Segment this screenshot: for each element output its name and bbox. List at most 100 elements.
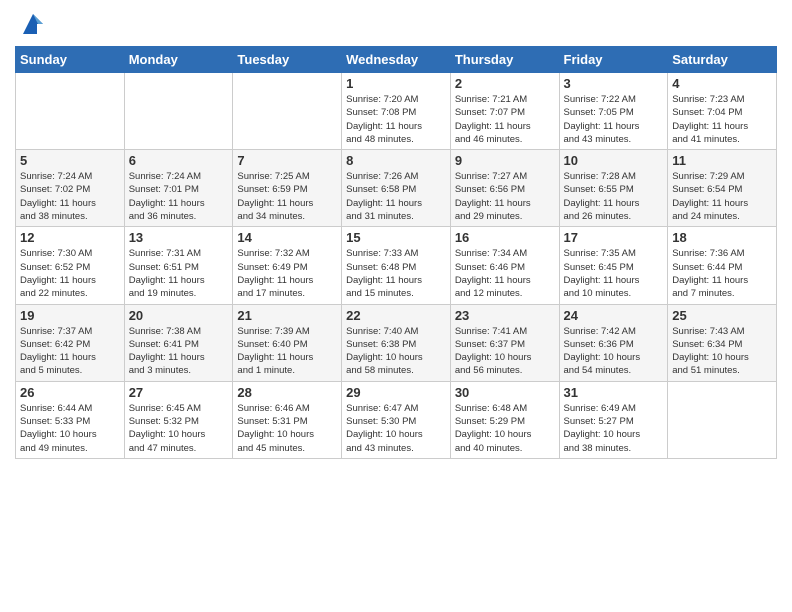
col-header-friday: Friday [559, 47, 668, 73]
calendar-cell: 15 Sunrise: 7:33 AM Sunset: 6:48 PM Dayli… [342, 227, 451, 304]
page: SundayMondayTuesdayWednesdayThursdayFrid… [0, 0, 792, 612]
day-info: Sunrise: 6:45 AM Sunset: 5:32 PM Dayligh… [129, 402, 229, 455]
calendar-cell: 22 Sunrise: 7:40 AM Sunset: 6:38 PM Dayli… [342, 304, 451, 381]
day-info: Sunrise: 7:36 AM Sunset: 6:44 PM Dayligh… [672, 247, 772, 300]
day-number: 23 [455, 308, 555, 323]
day-number: 1 [346, 76, 446, 91]
calendar-cell [233, 73, 342, 150]
calendar-cell: 8Sunrise: 7:26 AM Sunset: 6:58 PM Daylig… [342, 150, 451, 227]
calendar-cell [668, 381, 777, 458]
calendar-cell: 30Sunrise: 6:48 AM Sunset: 5:29 PM Dayli… [450, 381, 559, 458]
calendar-cell: 21Sunrise: 7:39 AM Sunset: 6:40 PM Dayli… [233, 304, 342, 381]
day-number: 28 [237, 385, 337, 400]
day-info: Sunrise: 7:25 AM Sunset: 6:59 PM Dayligh… [237, 170, 337, 223]
day-number: 27 [129, 385, 229, 400]
calendar: SundayMondayTuesdayWednesdayThursdayFrid… [15, 46, 777, 459]
day-number: 12 [20, 230, 120, 245]
col-header-wednesday: Wednesday [342, 47, 451, 73]
calendar-cell [16, 73, 125, 150]
col-header-saturday: Saturday [668, 47, 777, 73]
day-info: Sunrise: 7:32 AM Sunset: 6:49 PM Dayligh… [237, 247, 337, 300]
day-info: Sunrise: 6:46 AM Sunset: 5:31 PM Dayligh… [237, 402, 337, 455]
calendar-cell: 23 Sunrise: 7:41 AM Sunset: 6:37 PM Dayli… [450, 304, 559, 381]
calendar-week-0: 1 Sunrise: 7:20 AM Sunset: 7:08 PM Daylig… [16, 73, 777, 150]
day-info: Sunrise: 7:42 AM Sunset: 6:36 PM Dayligh… [564, 325, 664, 378]
day-number: 7 [237, 153, 337, 168]
day-number: 24 [564, 308, 664, 323]
calendar-cell: 17 Sunrise: 7:35 AM Sunset: 6:45 PM Dayli… [559, 227, 668, 304]
calendar-cell: 2 Sunrise: 7:21 AM Sunset: 7:07 PM Daylig… [450, 73, 559, 150]
day-number: 10 [564, 153, 664, 168]
day-info: Sunrise: 6:48 AM Sunset: 5:29 PM Dayligh… [455, 402, 555, 455]
calendar-cell: 3Sunrise: 7:22 AM Sunset: 7:05 PM Daylig… [559, 73, 668, 150]
day-info: Sunrise: 7:30 AM Sunset: 6:52 PM Dayligh… [20, 247, 120, 300]
day-info: Sunrise: 7:40 AM Sunset: 6:38 PM Dayligh… [346, 325, 446, 378]
day-info: Sunrise: 7:28 AM Sunset: 6:55 PM Dayligh… [564, 170, 664, 223]
col-header-thursday: Thursday [450, 47, 559, 73]
day-info: Sunrise: 7:29 AM Sunset: 6:54 PM Dayligh… [672, 170, 772, 223]
calendar-cell [124, 73, 233, 150]
day-info: Sunrise: 6:49 AM Sunset: 5:27 PM Dayligh… [564, 402, 664, 455]
day-info: Sunrise: 7:34 AM Sunset: 6:46 PM Dayligh… [455, 247, 555, 300]
calendar-cell: 4Sunrise: 7:23 AM Sunset: 7:04 PM Daylig… [668, 73, 777, 150]
day-number: 15 [346, 230, 446, 245]
calendar-cell: 5 Sunrise: 7:24 AM Sunset: 7:02 PM Daylig… [16, 150, 125, 227]
day-number: 31 [564, 385, 664, 400]
day-number: 26 [20, 385, 120, 400]
day-info: Sunrise: 7:24 AM Sunset: 7:02 PM Dayligh… [20, 170, 120, 223]
calendar-cell: 18 Sunrise: 7:36 AM Sunset: 6:44 PM Dayli… [668, 227, 777, 304]
calendar-week-4: 26 Sunrise: 6:44 AM Sunset: 5:33 PM Dayli… [16, 381, 777, 458]
calendar-week-3: 19 Sunrise: 7:37 AM Sunset: 6:42 PM Dayli… [16, 304, 777, 381]
day-info: Sunrise: 7:21 AM Sunset: 7:07 PM Dayligh… [455, 93, 555, 146]
day-number: 22 [346, 308, 446, 323]
col-header-tuesday: Tuesday [233, 47, 342, 73]
calendar-cell: 28 Sunrise: 6:46 AM Sunset: 5:31 PM Dayli… [233, 381, 342, 458]
calendar-cell: 6 Sunrise: 7:24 AM Sunset: 7:01 PM Daylig… [124, 150, 233, 227]
day-info: Sunrise: 7:31 AM Sunset: 6:51 PM Dayligh… [129, 247, 229, 300]
day-info: Sunrise: 7:23 AM Sunset: 7:04 PM Dayligh… [672, 93, 772, 146]
day-info: Sunrise: 6:44 AM Sunset: 5:33 PM Dayligh… [20, 402, 120, 455]
day-number: 19 [20, 308, 120, 323]
calendar-cell: 14Sunrise: 7:32 AM Sunset: 6:49 PM Dayli… [233, 227, 342, 304]
calendar-cell: 9Sunrise: 7:27 AM Sunset: 6:56 PM Daylig… [450, 150, 559, 227]
day-number: 11 [672, 153, 772, 168]
day-number: 16 [455, 230, 555, 245]
calendar-cell: 13 Sunrise: 7:31 AM Sunset: 6:51 PM Dayli… [124, 227, 233, 304]
day-info: Sunrise: 7:24 AM Sunset: 7:01 PM Dayligh… [129, 170, 229, 223]
day-info: Sunrise: 7:33 AM Sunset: 6:48 PM Dayligh… [346, 247, 446, 300]
day-number: 21 [237, 308, 337, 323]
day-number: 17 [564, 230, 664, 245]
day-number: 6 [129, 153, 229, 168]
calendar-cell: 26 Sunrise: 6:44 AM Sunset: 5:33 PM Dayli… [16, 381, 125, 458]
day-info: Sunrise: 7:20 AM Sunset: 7:08 PM Dayligh… [346, 93, 446, 146]
day-number: 13 [129, 230, 229, 245]
calendar-cell: 24 Sunrise: 7:42 AM Sunset: 6:36 PM Dayli… [559, 304, 668, 381]
calendar-week-2: 12 Sunrise: 7:30 AM Sunset: 6:52 PM Dayli… [16, 227, 777, 304]
day-number: 9 [455, 153, 555, 168]
day-info: Sunrise: 6:47 AM Sunset: 5:30 PM Dayligh… [346, 402, 446, 455]
day-number: 20 [129, 308, 229, 323]
day-info: Sunrise: 7:35 AM Sunset: 6:45 PM Dayligh… [564, 247, 664, 300]
calendar-cell: 7 Sunrise: 7:25 AM Sunset: 6:59 PM Daylig… [233, 150, 342, 227]
day-info: Sunrise: 7:37 AM Sunset: 6:42 PM Dayligh… [20, 325, 120, 378]
day-number: 3 [564, 76, 664, 91]
logo [15, 10, 47, 38]
calendar-cell: 10 Sunrise: 7:28 AM Sunset: 6:55 PM Dayli… [559, 150, 668, 227]
day-number: 25 [672, 308, 772, 323]
day-info: Sunrise: 7:38 AM Sunset: 6:41 PM Dayligh… [129, 325, 229, 378]
day-number: 8 [346, 153, 446, 168]
day-number: 2 [455, 76, 555, 91]
day-info: Sunrise: 7:41 AM Sunset: 6:37 PM Dayligh… [455, 325, 555, 378]
calendar-cell: 12 Sunrise: 7:30 AM Sunset: 6:52 PM Dayli… [16, 227, 125, 304]
day-number: 18 [672, 230, 772, 245]
calendar-cell: 16 Sunrise: 7:34 AM Sunset: 6:46 PM Dayli… [450, 227, 559, 304]
calendar-cell: 11 Sunrise: 7:29 AM Sunset: 6:54 PM Dayli… [668, 150, 777, 227]
col-header-sunday: Sunday [16, 47, 125, 73]
day-number: 5 [20, 153, 120, 168]
col-header-monday: Monday [124, 47, 233, 73]
header [15, 10, 777, 38]
calendar-cell: 29Sunrise: 6:47 AM Sunset: 5:30 PM Dayli… [342, 381, 451, 458]
calendar-cell: 1 Sunrise: 7:20 AM Sunset: 7:08 PM Daylig… [342, 73, 451, 150]
calendar-week-1: 5 Sunrise: 7:24 AM Sunset: 7:02 PM Daylig… [16, 150, 777, 227]
calendar-cell: 31 Sunrise: 6:49 AM Sunset: 5:27 PM Dayli… [559, 381, 668, 458]
